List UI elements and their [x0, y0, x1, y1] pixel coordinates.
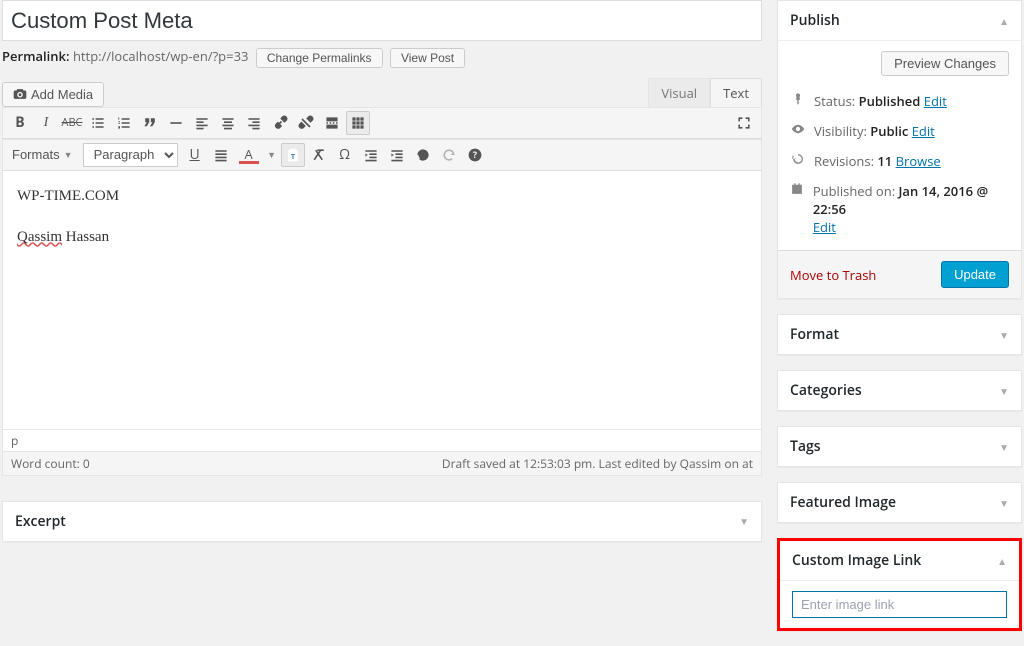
format-header[interactable]: Format ▼: [778, 315, 1021, 354]
custom-image-link-input[interactable]: [792, 591, 1007, 618]
paste-text-button[interactable]: T: [281, 143, 305, 167]
hr-button[interactable]: [164, 111, 188, 135]
tags-title: Tags: [790, 437, 821, 456]
featured-image-header[interactable]: Featured Image ▼: [778, 483, 1021, 522]
align-left-button[interactable]: [190, 111, 214, 135]
edit-date-link[interactable]: Edit: [813, 218, 836, 236]
preview-changes-button[interactable]: Preview Changes: [881, 51, 1009, 76]
editor-tabs: Visual Text: [648, 78, 762, 107]
redo-button[interactable]: [437, 143, 461, 167]
editor-line-1: WP-TIME.COM: [17, 183, 747, 210]
special-char-button[interactable]: Ω: [333, 143, 357, 167]
editor-line-2: Qassim Hassan: [17, 224, 747, 251]
publish-panel: Publish ▲ Preview Changes Status: Publis…: [777, 0, 1022, 299]
permalink-label: Permalink:: [2, 47, 70, 65]
paragraph-dropdown[interactable]: Paragraph: [83, 143, 178, 167]
blockquote-button[interactable]: [138, 111, 162, 135]
toolbar-row-1: B I ABC: [3, 108, 761, 139]
add-media-label: Add Media: [31, 87, 93, 102]
chevron-down-icon: ▼: [999, 440, 1009, 454]
chevron-down-icon: ▼: [999, 384, 1009, 398]
underline-button[interactable]: U: [183, 143, 207, 167]
post-title-input[interactable]: [11, 8, 753, 34]
featured-image-panel: Featured Image ▼: [777, 482, 1022, 523]
custom-image-link-title: Custom Image Link: [792, 551, 921, 570]
read-more-button[interactable]: [320, 111, 344, 135]
strikethrough-button[interactable]: ABC: [60, 111, 84, 135]
categories-title: Categories: [790, 381, 862, 400]
tags-header[interactable]: Tags ▼: [778, 427, 1021, 466]
view-post-button[interactable]: View Post: [390, 48, 465, 68]
bold-button[interactable]: B: [8, 111, 32, 135]
edit-status-link[interactable]: Edit: [924, 92, 947, 110]
tab-text[interactable]: Text: [710, 78, 762, 107]
word-count: Word count: 0: [11, 455, 90, 472]
post-title-wrap: [2, 0, 762, 41]
update-button[interactable]: Update: [941, 261, 1009, 288]
fullscreen-button[interactable]: [732, 111, 756, 135]
change-permalinks-button[interactable]: Change Permalinks: [256, 48, 383, 68]
align-right-button[interactable]: [242, 111, 266, 135]
toolbar-row-2: Formats ▼ Paragraph U A ▼ T Ω ?: [3, 139, 761, 171]
revisions-icon: [790, 152, 806, 170]
chevron-up-icon: ▲: [999, 14, 1009, 28]
undo-button[interactable]: [411, 143, 435, 167]
chevron-down-icon: ▼: [999, 328, 1009, 342]
tags-panel: Tags ▼: [777, 426, 1022, 467]
camera-icon: [13, 87, 27, 101]
categories-header[interactable]: Categories ▼: [778, 371, 1021, 410]
excerpt-panel: Excerpt ▼: [2, 501, 762, 542]
format-panel: Format ▼: [777, 314, 1022, 355]
unlink-button[interactable]: [294, 111, 318, 135]
excerpt-header[interactable]: Excerpt ▼: [3, 502, 761, 541]
calendar-icon: [790, 182, 805, 200]
editor-path: p: [3, 429, 761, 451]
move-to-trash-link[interactable]: Move to Trash: [790, 266, 876, 284]
clear-formatting-button[interactable]: [307, 143, 331, 167]
italic-button[interactable]: I: [34, 111, 58, 135]
publish-header[interactable]: Publish ▲: [778, 1, 1021, 40]
publish-title: Publish: [790, 11, 840, 30]
custom-image-link-header[interactable]: Custom Image Link ▲: [780, 541, 1019, 580]
justify-button[interactable]: [209, 143, 233, 167]
outdent-button[interactable]: [359, 143, 383, 167]
tab-visual[interactable]: Visual: [648, 78, 710, 107]
autosave-status: Draft saved at 12:53:03 pm. Last edited …: [442, 455, 753, 472]
chevron-down-icon: ▼: [999, 496, 1009, 510]
permalink-row: Permalink: http://localhost/wp-en/?p=33 …: [2, 41, 762, 78]
excerpt-title: Excerpt: [15, 512, 66, 531]
featured-image-title: Featured Image: [790, 493, 896, 512]
editor: B I ABC Formats ▼ Paragraph U: [2, 107, 762, 476]
format-title: Format: [790, 325, 839, 344]
edit-visibility-link[interactable]: Edit: [912, 122, 935, 140]
formats-dropdown[interactable]: Formats ▼: [7, 143, 82, 167]
categories-panel: Categories ▼: [777, 370, 1022, 411]
link-button[interactable]: [268, 111, 292, 135]
help-button[interactable]: ?: [463, 143, 487, 167]
chevron-down-icon: ▼: [739, 514, 749, 528]
kitchen-sink-button[interactable]: [346, 111, 370, 135]
bullet-list-button[interactable]: [86, 111, 110, 135]
align-center-button[interactable]: [216, 111, 240, 135]
indent-button[interactable]: [385, 143, 409, 167]
eye-icon: [790, 122, 806, 140]
editor-status-bar: Word count: 0 Draft saved at 12:53:03 pm…: [3, 451, 761, 475]
svg-text:?: ?: [472, 149, 476, 161]
numbered-list-button[interactable]: [112, 111, 136, 135]
pin-icon: [790, 92, 806, 110]
browse-revisions-link[interactable]: Browse: [896, 152, 941, 170]
custom-image-link-panel: Custom Image Link ▲: [777, 538, 1022, 631]
editor-content[interactable]: WP-TIME.COM Qassim Hassan: [3, 171, 761, 429]
add-media-button[interactable]: Add Media: [2, 82, 104, 107]
chevron-up-icon: ▲: [997, 554, 1007, 568]
permalink-url: http://localhost/wp-en/?p=33: [73, 47, 248, 65]
text-color-dropdown-button[interactable]: ▼: [265, 143, 279, 167]
text-color-button[interactable]: A: [235, 143, 263, 167]
